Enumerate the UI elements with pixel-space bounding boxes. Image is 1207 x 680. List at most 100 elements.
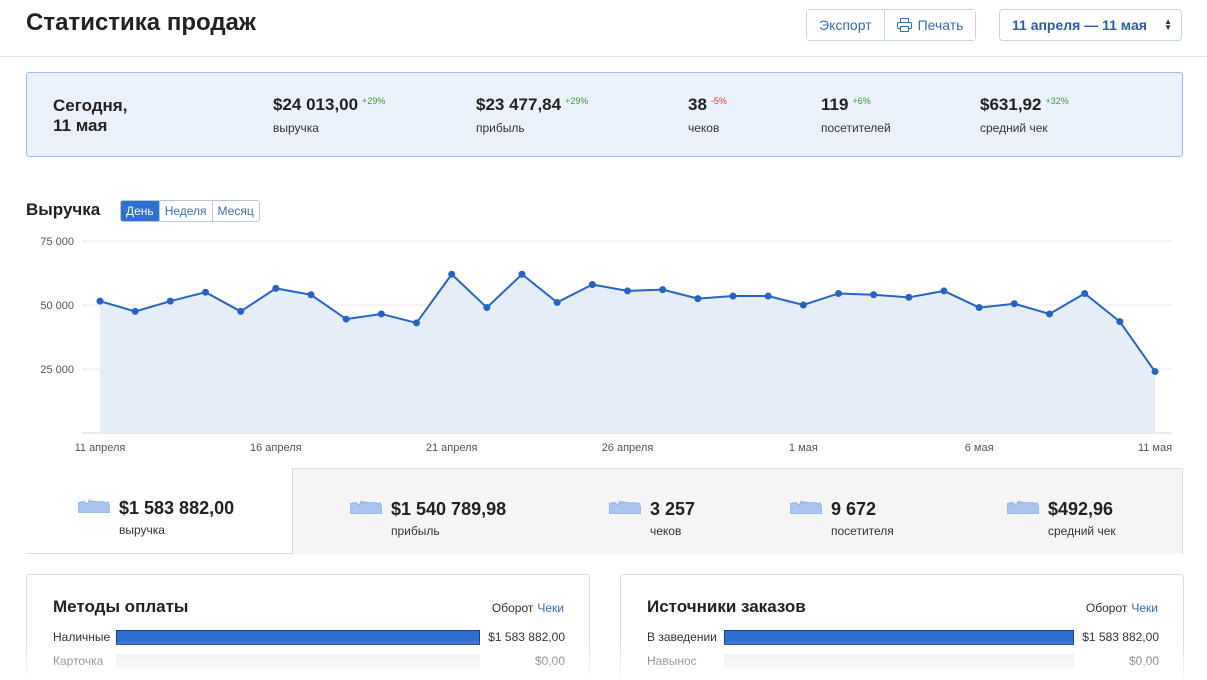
date-range-select[interactable]: 11 апреля — 11 мая ▲ ▼ (999, 9, 1182, 41)
row-amount: $0,00 (1128, 654, 1159, 668)
y-tick-label: 50 000 (40, 300, 74, 312)
total-value: 3 257 (650, 499, 696, 519)
period-tabs: День Неделя Месяц (120, 200, 260, 222)
export-button[interactable]: Экспорт (807, 10, 884, 40)
data-point (764, 292, 772, 300)
row-label: В заведении (647, 630, 717, 644)
total-visitors[interactable]: 9 672 посетителя (742, 468, 951, 554)
data-point (975, 304, 983, 312)
x-tick-label: 16 апреля (250, 442, 302, 454)
y-tick-label: 25 000 (40, 364, 74, 376)
x-tick-label: 1 мая (789, 442, 818, 454)
kpi-caption: выручка (273, 121, 319, 135)
date-range-value: 11 апреля — 11 мая (1012, 17, 1147, 33)
total-caption: прибыль (391, 524, 440, 538)
kpi-profit: $23 477,84 +29% прибыль (476, 95, 588, 135)
kpi-caption: чеков (688, 121, 720, 135)
data-point (166, 297, 174, 305)
kpi-delta: +29% (565, 96, 589, 106)
data-point (1010, 300, 1018, 308)
data-point (659, 286, 667, 294)
action-buttons: Экспорт Печать (806, 9, 977, 41)
kpi-value: $631,92 (980, 95, 1042, 114)
kpi-delta: -5% (710, 96, 727, 106)
data-point (1046, 310, 1053, 318)
order-sources-card: Источники заказов Оборот Чеки В заведении… (620, 574, 1184, 680)
row-amount: $1 583 882,00 (488, 630, 565, 644)
sparkline-icon (790, 500, 822, 514)
toggle-turnover[interactable]: Оборот (1086, 601, 1127, 615)
data-point (1081, 289, 1089, 297)
today-label-line2: 11 мая (53, 116, 108, 135)
breakdown-row: Наличные $1 583 882,00 (53, 629, 565, 647)
data-point (799, 301, 807, 309)
page-title: Статистика продаж (26, 9, 256, 36)
payment-methods-card: Методы оплаты Оборот Чеки Наличные $1 583… (26, 574, 590, 680)
row-label: Наличные (53, 630, 111, 644)
kpi-value: 119 (821, 95, 849, 114)
total-value: $1 583 882,00 (119, 498, 235, 518)
data-point (870, 291, 878, 299)
tab-month[interactable]: Месяц (211, 201, 259, 221)
kpi-value: $24 013,00 (273, 95, 359, 114)
total-profit[interactable]: $1 540 789,98 прибыль (292, 468, 570, 554)
row-amount: $1 583 882,00 (1082, 630, 1159, 644)
x-tick-label: 11 апреля (75, 442, 126, 454)
data-point (202, 288, 209, 296)
kpi-delta: +32% (1045, 96, 1069, 106)
total-receipts[interactable]: 3 257 чеков (569, 468, 743, 554)
row-bar (116, 654, 480, 669)
total-caption: посетителя (831, 524, 894, 538)
data-point (377, 310, 385, 318)
kpi-receipts: 38 -5% чеков (688, 95, 727, 135)
sparkline-icon (78, 499, 110, 513)
card-title: Источники заказов (647, 597, 806, 616)
data-point (940, 287, 948, 295)
sparkline-shape (350, 500, 382, 514)
row-bar (116, 630, 480, 645)
revenue-chart: 25 000 50 000 75 000 11 апреля 16 апреля 21 а… (40, 236, 1172, 454)
metric-toggle: Оборот Чеки (492, 601, 564, 615)
sparkline-shape (609, 500, 641, 514)
tab-week[interactable]: Неделя (158, 201, 212, 221)
toggle-turnover[interactable]: Оборот (492, 601, 533, 615)
data-point (483, 304, 491, 312)
row-label: Навынос (647, 654, 697, 668)
kpi-caption: посетителей (821, 121, 891, 135)
data-point (131, 307, 139, 315)
total-average-check[interactable]: $492,96 средний чек (950, 468, 1183, 554)
total-value: $492,96 (1048, 499, 1114, 519)
row-label: Карточка (53, 654, 104, 668)
toggle-receipts[interactable]: Чеки (1131, 601, 1158, 615)
print-button[interactable]: Печать (883, 10, 976, 40)
sparkline-shape (1007, 500, 1039, 514)
kpi-caption: прибыль (476, 121, 525, 135)
sparkline-icon (1007, 500, 1039, 514)
kpi-value: $23 477,84 (476, 95, 562, 114)
x-tick-label: 11 мая (1138, 442, 1172, 454)
kpi-delta: +6% (852, 96, 871, 106)
total-revenue[interactable]: $1 583 882,00 выручка (26, 468, 292, 554)
total-caption: средний чек (1048, 524, 1116, 538)
data-point (1151, 368, 1159, 376)
tab-day[interactable]: День (121, 201, 159, 221)
data-point (694, 295, 702, 303)
sparkline-icon (609, 500, 641, 514)
data-point (272, 284, 280, 292)
data-point (96, 297, 104, 305)
revenue-title: Выручка (26, 200, 101, 219)
kpi-visitors: 119 +6% посетителей (821, 95, 891, 135)
total-value: $1 540 789,98 (391, 499, 507, 519)
data-point (588, 281, 596, 289)
row-bar-fill (724, 630, 1074, 645)
toggle-receipts[interactable]: Чеки (537, 601, 564, 615)
x-tick-label: 21 апреля (426, 442, 478, 454)
kpi-delta: +29% (362, 96, 386, 106)
row-amount: $0,00 (534, 654, 565, 668)
row-bar-fill (116, 630, 480, 645)
data-point (342, 315, 350, 323)
kpi-average-check: $631,92 +32% средний чек (980, 95, 1069, 135)
page-header: Статистика продаж Экспорт Печать 11 апре… (0, 0, 1207, 57)
total-caption: выручка (119, 523, 165, 537)
breakdown-row: Навынос $0,00 (647, 653, 1159, 671)
